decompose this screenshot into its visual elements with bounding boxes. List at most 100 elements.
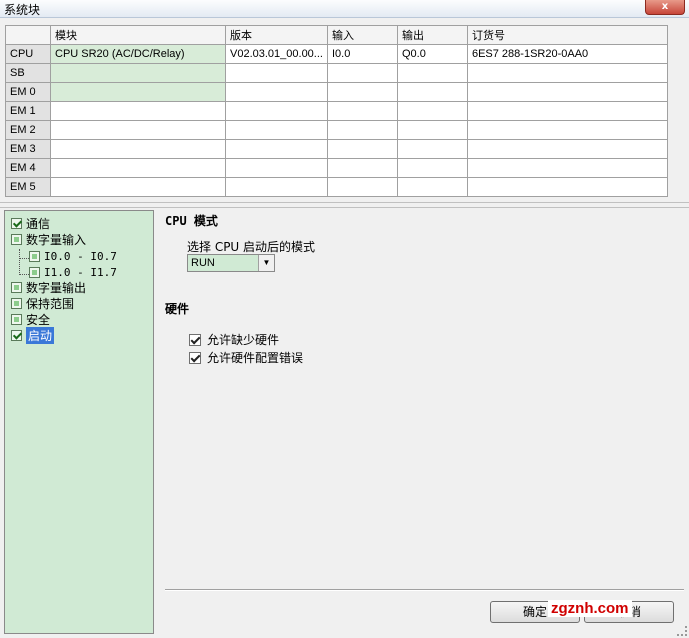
tree-item-i1[interactable]: I1.0 - I1.7 [29,265,117,280]
table-row[interactable]: EM 5 [5,177,668,197]
table-header-row: 模块 版本 输入 输出 订货号 [5,25,668,45]
tree-item-startup[interactable]: 启动 [11,327,55,344]
window-title: 系统块 [4,3,41,17]
module-config-area: DATAIE 模块 版本 输入 输出 订货号 CPU CPU SR20 (AC/… [0,18,689,203]
slot-cell: EM 4 [5,158,51,178]
column-header-version[interactable]: 版本 [225,25,328,45]
hardware-title: 硬件 [165,302,190,316]
tree-connector [19,258,29,259]
table-row[interactable]: EM 2 [5,120,668,140]
slot-cell: EM 5 [5,177,51,197]
order-number-cell [466,177,668,197]
input-cell [326,63,398,83]
tree-item-security[interactable]: 安全 [11,312,50,327]
slot-cell: CPU [5,44,51,64]
output-cell [396,63,468,83]
checkbox-icon[interactable] [11,330,22,341]
checkbox-icon[interactable] [11,282,22,293]
order-number-cell [466,101,668,121]
slot-cell: EM 0 [5,82,51,102]
tree-item-label: 保持范围 [26,297,75,311]
column-header-order-number[interactable]: 订货号 [466,25,668,45]
module-cell[interactable] [50,82,226,102]
input-cell [326,139,398,159]
output-cell [396,101,468,121]
checkbox-icon[interactable] [11,218,22,229]
allow-config-error-option[interactable]: 允许硬件配置错误 [189,349,303,366]
input-cell [326,158,398,178]
slot-cell: EM 3 [5,139,51,159]
checkbox-icon[interactable] [29,251,40,262]
table-row[interactable]: SB [5,63,668,83]
module-cell[interactable] [50,101,226,121]
output-cell [396,82,468,102]
module-cell[interactable] [50,120,226,140]
column-header-output[interactable]: 输出 [396,25,468,45]
pane-splitter[interactable] [0,202,689,208]
slot-cell: EM 2 [5,120,51,140]
allow-config-error-label: 允许硬件配置错误 [207,351,304,365]
module-cell[interactable] [50,63,226,83]
tree-connector [19,249,20,275]
chevron-down-icon[interactable]: ▼ [258,255,274,271]
allow-missing-hardware-label: 允许缺少硬件 [207,333,280,347]
checkbox-icon[interactable] [29,267,40,278]
tree-item-label: I0.0 - I0.7 [44,250,117,263]
version-cell [225,158,328,178]
order-number-cell: 6ES7 288-1SR20-0AA0 [466,44,668,64]
checkbox-icon[interactable] [11,314,22,325]
input-cell [326,82,398,102]
order-number-cell [466,139,668,159]
order-number-cell [466,63,668,83]
table-row[interactable]: EM 0 [5,82,668,102]
column-header-module[interactable]: 模块 [50,25,226,45]
resize-grip[interactable] [677,626,687,636]
table-row[interactable]: CPU CPU SR20 (AC/DC/Relay) V02.03.01_00.… [5,44,668,64]
checkbox-icon[interactable] [11,234,22,245]
module-cell[interactable]: CPU SR20 (AC/DC/Relay) [50,44,226,64]
version-cell [225,101,328,121]
tree-item-digital-input[interactable]: 数字量输入 [11,232,86,247]
table-row[interactable]: EM 1 [5,101,668,121]
version-cell [225,139,328,159]
tree-item-digital-output[interactable]: 数字量输出 [11,280,86,295]
tree-item-retentive-ranges[interactable]: 保持范围 [11,296,74,311]
input-cell [326,177,398,197]
version-cell [225,120,328,140]
column-header-slot [5,25,51,45]
version-cell: V02.03.01_00.00... [225,44,328,64]
tree-item-label: I1.0 - I1.7 [44,266,117,279]
module-cell[interactable] [50,139,226,159]
checkbox-icon[interactable] [189,351,201,364]
column-header-input[interactable]: 输入 [326,25,398,45]
close-button[interactable]: x [645,0,685,15]
checkbox-icon[interactable] [189,333,201,346]
module-cell[interactable] [50,177,226,197]
table-row[interactable]: EM 3 [5,139,668,159]
table-row[interactable]: EM 4 [5,158,668,178]
startup-mode-select[interactable]: RUN ▼ [187,254,275,272]
output-cell [396,120,468,140]
divider [165,589,684,591]
startup-settings-panel: CPU 模式 选择 CPU 启动后的模式 RUN ▼ 硬件 允许缺少硬件 允许硬… [159,210,685,634]
settings-tree: 通信 数字量输入 I0.0 - I0.7 I1.0 - I1.7 数字量输出 保… [4,210,154,634]
output-cell: Q0.0 [396,44,468,64]
order-number-cell [466,158,668,178]
output-cell [396,177,468,197]
checkbox-icon[interactable] [11,298,22,309]
input-cell [326,101,398,121]
order-number-cell [466,120,668,140]
tree-item-i0[interactable]: I0.0 - I0.7 [29,249,117,264]
input-cell [326,120,398,140]
module-cell[interactable] [50,158,226,178]
tree-connector [19,274,29,275]
modules-table: 模块 版本 输入 输出 订货号 CPU CPU SR20 (AC/DC/Rela… [5,25,668,197]
tree-item-communication[interactable]: 通信 [11,216,50,231]
allow-missing-hardware-option[interactable]: 允许缺少硬件 [189,331,279,348]
version-cell [225,63,328,83]
tree-item-label: 启动 [26,327,55,344]
startup-mode-value: RUN [191,257,215,269]
tree-item-label: 数字量输入 [26,233,87,247]
slot-cell: SB [5,63,51,83]
input-cell: I0.0 [326,44,398,64]
